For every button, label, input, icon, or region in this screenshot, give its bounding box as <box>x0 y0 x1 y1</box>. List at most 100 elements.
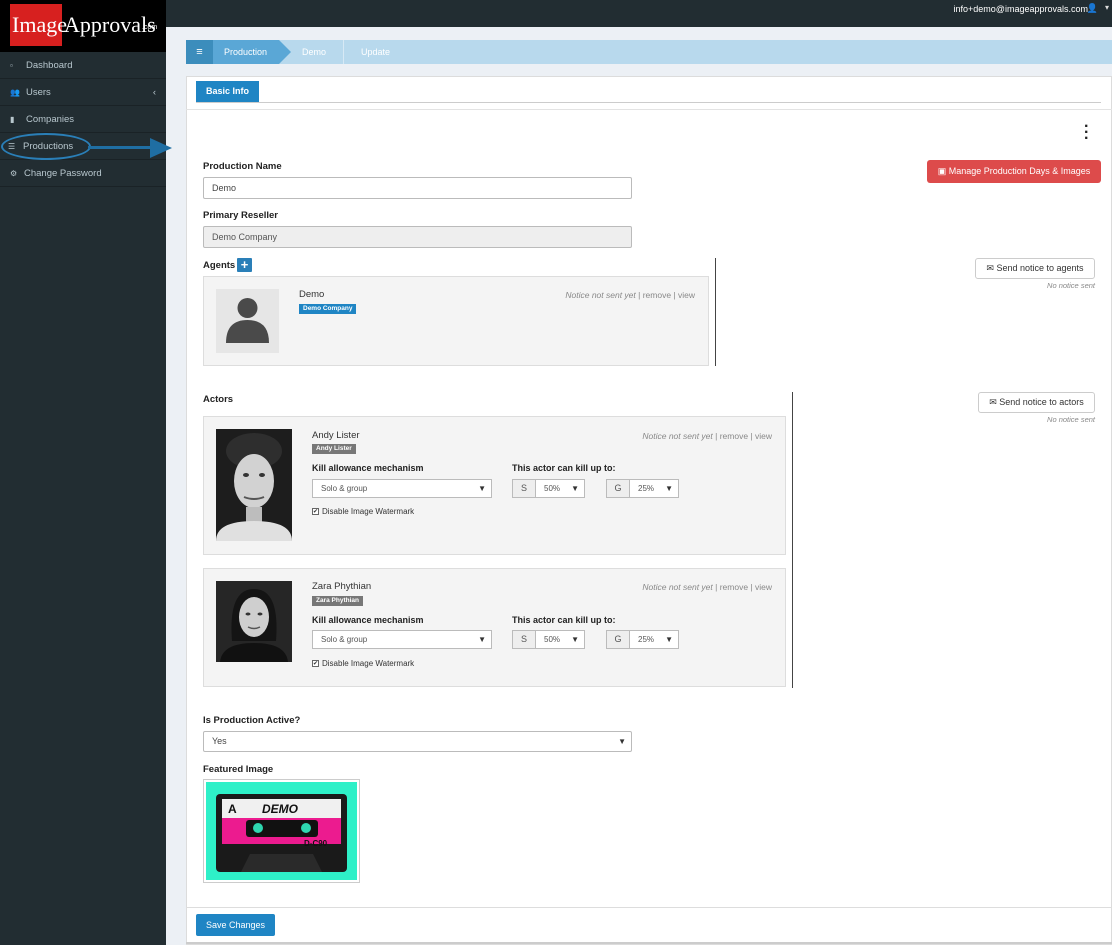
send-notice-actors-button[interactable]: ✉ Send notice to actors <box>978 392 1095 413</box>
more-options-icon[interactable]: · · · <box>1084 119 1089 147</box>
gear-icon: ⚙ <box>10 169 18 178</box>
agents-label: Agents <box>203 260 236 271</box>
agent-company-badge: Demo Company <box>299 304 357 314</box>
group-addon: G <box>606 630 630 649</box>
user-icon[interactable]: 👤 <box>1087 3 1098 14</box>
notice-status: Notice not sent yet <box>642 582 713 592</box>
featured-image-label: Featured Image <box>203 764 274 775</box>
group-kill-select[interactable]: 25% ▼ <box>629 479 679 498</box>
watermark-label: Disable Image Watermark <box>322 659 415 668</box>
breadcrumb-arrow <box>279 40 291 64</box>
caret-down-icon: ▼ <box>478 484 486 493</box>
actors-no-notice: No notice sent <box>1047 415 1095 424</box>
sidebar-item-companies[interactable]: ▮ Companies <box>0 106 166 133</box>
primary-reseller-label: Primary Reseller <box>203 210 278 221</box>
kill-mechanism-label: Kill allowance mechanism <box>312 463 424 473</box>
actor-badge: Andy Lister <box>312 444 356 454</box>
sidebar-item-users[interactable]: 👥 Users ‹ <box>0 79 166 106</box>
cassette-image: A DEMO D-C90 <box>206 782 357 880</box>
production-active-select[interactable]: Yes ▼ <box>203 731 632 752</box>
envelope-icon: ✉ <box>989 397 997 407</box>
sidebar-item-dashboard[interactable]: ▫ Dashboard <box>0 52 166 79</box>
production-active-label: Is Production Active? <box>203 715 301 726</box>
notice-status: Notice not sent yet <box>642 431 713 441</box>
remove-link[interactable]: remove <box>720 431 748 441</box>
tab-basic-info[interactable]: Basic Info <box>196 81 259 102</box>
kill-mechanism-select[interactable]: Solo & group ▼ <box>312 630 492 649</box>
manage-production-button[interactable]: ▣ Manage Production Days & Images <box>927 160 1101 183</box>
group-addon: G <box>606 479 630 498</box>
caret-down-icon[interactable]: ▾ <box>1105 3 1109 12</box>
caret-down-icon: ▼ <box>571 635 579 644</box>
actor-name: Zara Phythian <box>312 581 372 592</box>
actor-photo <box>216 429 292 541</box>
production-name-input[interactable]: Demo <box>203 177 632 199</box>
pointer-arrow <box>88 146 152 149</box>
solo-kill-value: 50% <box>544 484 561 493</box>
add-agent-icon[interactable]: + <box>237 258 252 272</box>
production-active-value: Yes <box>212 736 227 746</box>
actor-portrait <box>216 429 292 541</box>
sidebar-item-label: Dashboard <box>26 60 73 71</box>
save-changes-button[interactable]: Save Changes <box>196 914 275 936</box>
send-notice-actors-label: Send notice to actors <box>999 397 1084 407</box>
envelope-icon: ✉ <box>986 263 994 273</box>
group-kill-value: 25% <box>638 484 655 493</box>
production-name-label: Production Name <box>203 161 282 172</box>
primary-reseller-input: Demo Company <box>203 226 632 248</box>
solo-kill-select[interactable]: 50% ▼ <box>535 479 585 498</box>
person-icon <box>226 298 269 343</box>
group-kill-select[interactable]: 25% ▼ <box>629 630 679 649</box>
watermark-checkbox-row[interactable]: ✔ Disable Image Watermark <box>312 507 414 516</box>
logo[interactable]: Image Approvals .com <box>0 0 166 52</box>
kill-up-to-label: This actor can kill up to: <box>512 463 616 473</box>
agents-no-notice: No notice sent <box>1047 281 1095 290</box>
sidebar-item-change-password[interactable]: ⚙ Change Password <box>0 160 166 187</box>
building-icon: ▮ <box>10 115 15 124</box>
featured-image[interactable]: A DEMO D-C90 <box>203 779 360 883</box>
actor-notice-links: Notice not sent yet | remove | view <box>642 431 772 441</box>
caret-down-icon: ▼ <box>618 737 626 746</box>
divider <box>186 907 1112 908</box>
caret-down-icon: ▼ <box>478 635 486 644</box>
manage-production-label: Manage Production Days & Images <box>948 166 1091 176</box>
solo-kill-select[interactable]: 50% ▼ <box>535 630 585 649</box>
remove-link[interactable]: remove <box>643 290 671 300</box>
caret-down-icon: ▼ <box>665 635 673 644</box>
watermark-checkbox-row[interactable]: ✔ Disable Image Watermark <box>312 659 414 668</box>
breadcrumb-divider <box>343 40 344 64</box>
kill-up-to-label: This actor can kill up to: <box>512 615 616 625</box>
actor-portrait <box>216 581 292 662</box>
remove-link[interactable]: remove <box>720 582 748 592</box>
agent-name: Demo <box>299 289 325 300</box>
view-link[interactable]: view <box>755 582 772 592</box>
watermark-label: Disable Image Watermark <box>322 507 415 516</box>
group-kill-value: 25% <box>638 635 655 644</box>
divider <box>186 109 1112 110</box>
menu-icon[interactable]: ≡ <box>186 40 213 64</box>
view-link[interactable]: view <box>678 290 695 300</box>
checkbox-checked-icon[interactable]: ✔ <box>312 508 319 516</box>
send-notice-agents-button[interactable]: ✉ Send notice to agents <box>975 258 1095 279</box>
send-notice-agents-label: Send notice to agents <box>996 263 1084 273</box>
user-email[interactable]: info+demo@imageapprovals.com <box>954 4 1088 14</box>
breadcrumb-production[interactable]: Production <box>213 40 279 64</box>
view-link[interactable]: view <box>755 431 772 441</box>
logo-mark: Image <box>10 4 67 46</box>
cassette-model: D-C90 <box>304 839 328 848</box>
checkbox-checked-icon[interactable]: ✔ <box>312 660 319 668</box>
actor-badge: Zara Phythian <box>312 596 363 606</box>
actor-photo <box>216 581 292 662</box>
vertical-divider <box>792 392 793 688</box>
highlight-ring <box>1 133 91 160</box>
kill-mechanism-label: Kill allowance mechanism <box>312 615 424 625</box>
agent-notice-links: Notice not sent yet | remove | view <box>565 290 695 300</box>
breadcrumb-demo[interactable]: Demo <box>302 40 326 64</box>
card-bottom-border <box>186 942 1112 944</box>
kill-mechanism-select[interactable]: Solo & group ▼ <box>312 479 492 498</box>
tab-underline <box>196 102 1101 103</box>
actor-notice-links: Notice not sent yet | remove | view <box>642 582 772 592</box>
avatar <box>216 289 279 353</box>
pointer-arrow-head <box>150 138 172 158</box>
calendar-icon: ▣ <box>937 166 947 176</box>
